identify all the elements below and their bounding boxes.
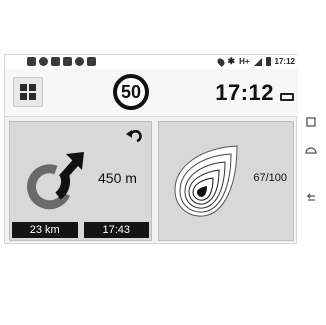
system-nav-bar: [299, 80, 323, 230]
sim-icon: [27, 57, 36, 66]
back-icon[interactable]: [305, 192, 317, 204]
turn-arrow-icon: [27, 152, 84, 210]
status-bar: ✱ H+ 17:12: [5, 55, 298, 69]
bluetooth-icon: ✱: [227, 56, 236, 66]
speed-limit-sign: 50: [113, 74, 149, 110]
return-icon[interactable]: [123, 128, 143, 148]
grid-icon-cell: [20, 84, 27, 91]
sync-icon: [39, 57, 48, 66]
home-icon[interactable]: [305, 144, 317, 156]
grid-icon-cell: [29, 93, 36, 100]
arrival-time: 17:43: [83, 222, 149, 238]
eco-leaf-icon: [174, 145, 238, 217]
app-header: 50 17:12: [5, 69, 298, 117]
status-time: 17:12: [274, 57, 295, 66]
camera-icon: [87, 57, 96, 66]
overview-icon[interactable]: [305, 116, 317, 128]
record-icon: [75, 57, 84, 66]
notification-icons: [27, 57, 96, 66]
phone-battery-icon: [280, 93, 294, 101]
apps-menu-button[interactable]: [13, 77, 43, 107]
alert-icon: [51, 57, 60, 66]
remaining-distance: 23 km: [12, 222, 78, 238]
network-type: H+: [239, 57, 250, 66]
grid-icon-cell: [20, 93, 27, 100]
head-unit-screen: ✱ H+ 17:12 50 17:12 450 m 23 km 17:43 67…: [4, 54, 298, 244]
navigation-widget[interactable]: 450 m 23 km 17:43: [9, 121, 152, 241]
system-indicators: ✱ H+ 17:12: [215, 56, 295, 67]
next-turn-distance: 450 m: [98, 170, 137, 186]
mail-icon: [63, 57, 72, 66]
battery-icon: [265, 57, 271, 66]
grid-icon-cell: [29, 84, 36, 91]
eco-driving-widget[interactable]: 67/100: [158, 121, 294, 241]
clock: 17:12: [215, 80, 274, 105]
device-root: ✱ H+ 17:12 50 17:12 450 m 23 km 17:43 67…: [0, 0, 326, 325]
trip-info-bar: 23 km 17:43: [12, 222, 149, 238]
signal-icon: [253, 57, 262, 66]
eco-score: 67/100: [253, 172, 287, 184]
location-icon: [215, 56, 226, 67]
